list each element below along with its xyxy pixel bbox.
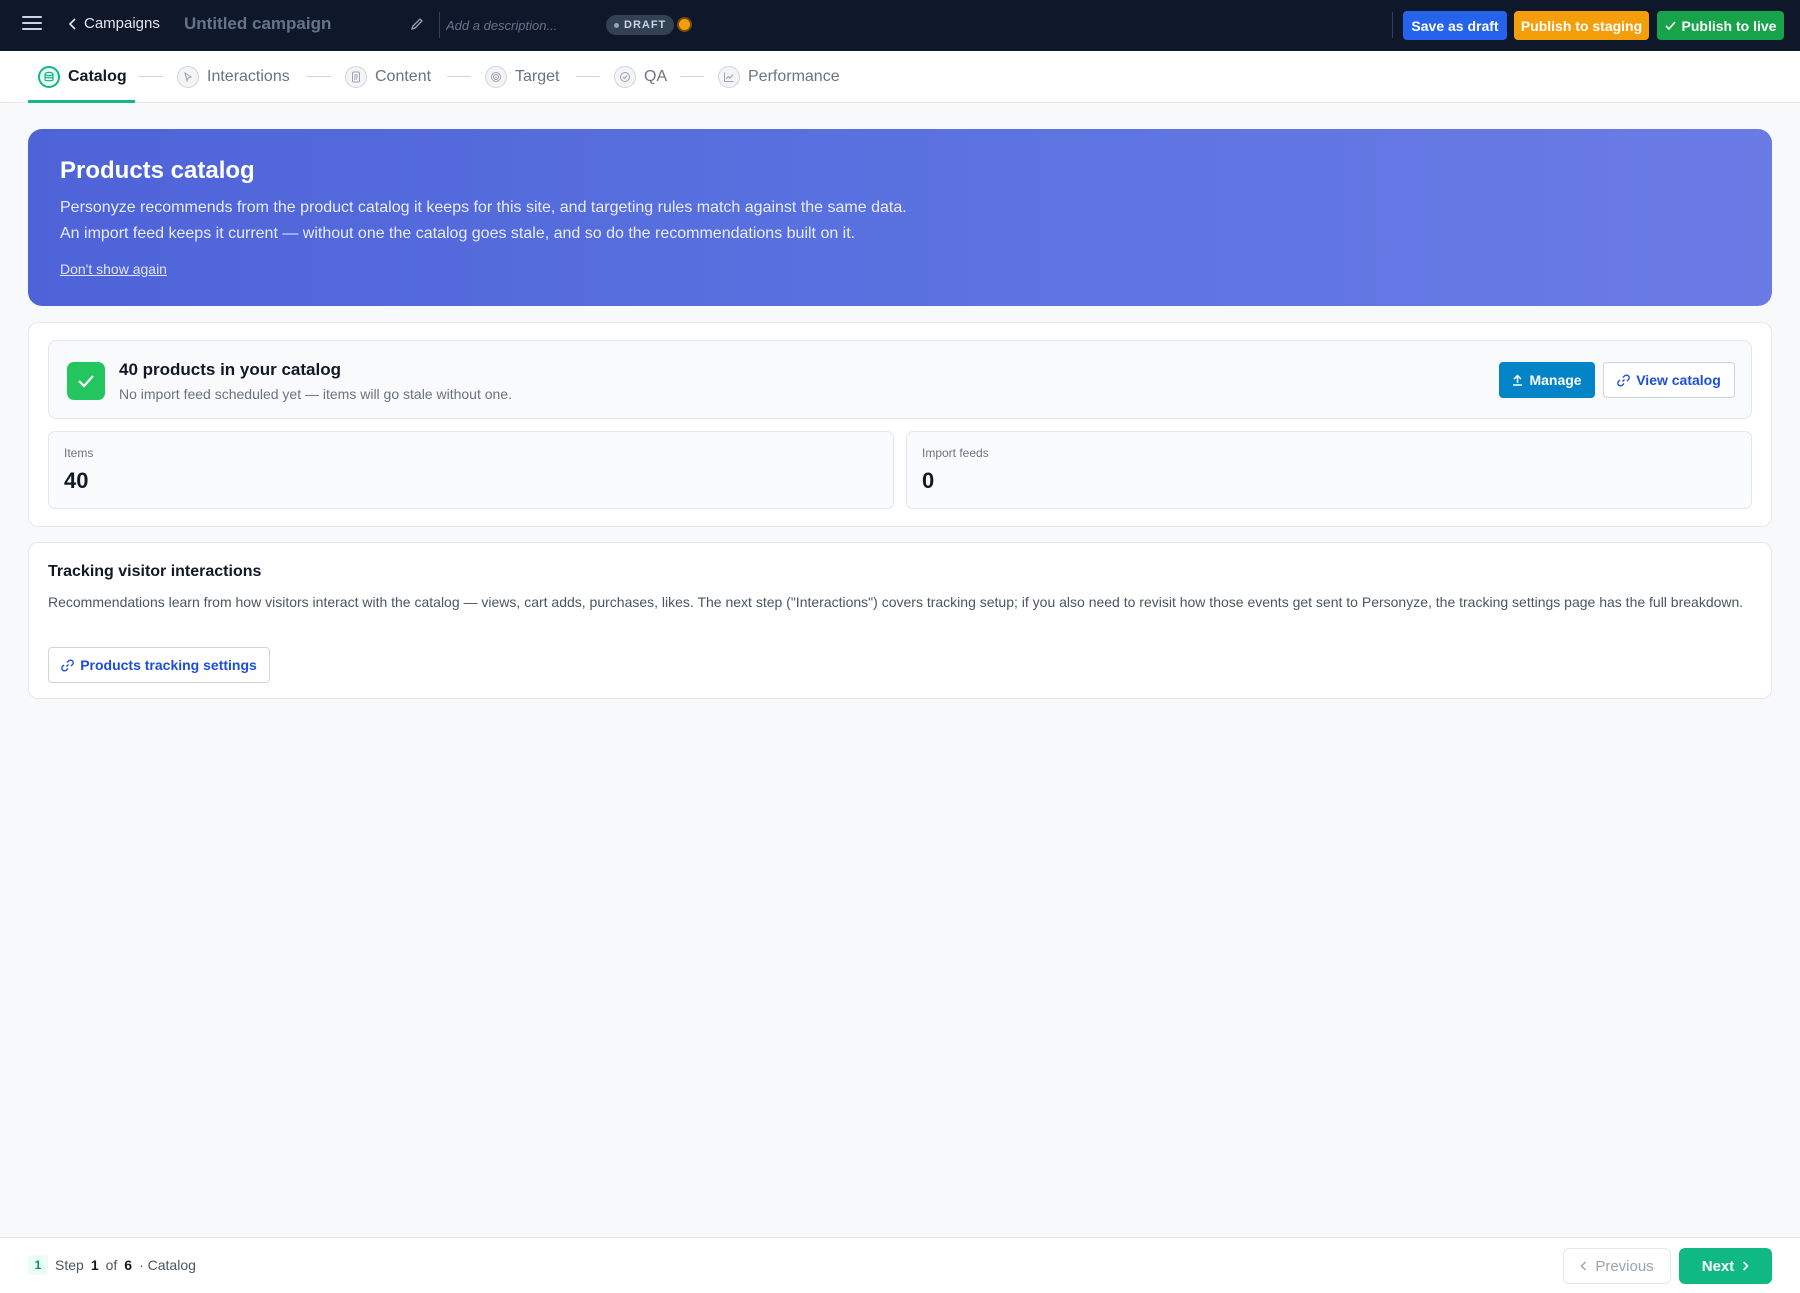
total-steps: 6 xyxy=(124,1257,133,1273)
stat-label: Items xyxy=(64,446,94,460)
step-connector xyxy=(576,76,600,77)
status-badge: DRAFT xyxy=(606,15,675,35)
stat-value: 0 xyxy=(922,468,935,493)
pencil-icon[interactable] xyxy=(410,17,424,31)
document-icon xyxy=(345,66,367,88)
tab-content[interactable]: Content xyxy=(345,51,431,103)
tracking-info-card: Tracking visitor interactions Recommenda… xyxy=(28,542,1772,699)
step-number-badge: 1 xyxy=(28,1255,48,1275)
publish-to-staging-button[interactable]: Publish to staging xyxy=(1514,11,1649,40)
previous-label: Previous xyxy=(1595,1257,1654,1275)
tab-interactions[interactable]: Interactions xyxy=(177,51,290,103)
step-connector xyxy=(139,76,163,77)
catalog-status-box: 40 products in your catalog No import fe… xyxy=(48,340,1752,419)
tab-performance[interactable]: Performance xyxy=(718,51,840,103)
unsaved-indicator xyxy=(679,19,690,30)
publish-live-label: Publish to live xyxy=(1681,17,1777,34)
step-word: Step xyxy=(55,1257,84,1273)
step-connector xyxy=(307,76,331,77)
top-bar: Campaigns Untitled campaign DRAFT Save a… xyxy=(0,0,1800,51)
items-stat: Items 40 xyxy=(48,431,894,509)
wizard-footer: 1 Step 1 of 6 · Catalog Previous Next xyxy=(0,1237,1800,1293)
view-catalog-button[interactable]: View catalog xyxy=(1603,362,1735,398)
next-label: Next xyxy=(1701,1257,1735,1275)
manage-label: Manage xyxy=(1529,372,1582,388)
check-circle-icon xyxy=(614,66,636,88)
next-button[interactable]: Next xyxy=(1679,1248,1772,1284)
banner-text-line-2: An import feed keeps it current — withou… xyxy=(60,225,856,242)
wizard-stepper: Catalog Interactions Content Target QA P… xyxy=(0,51,1800,103)
back-link-label: Campaigns xyxy=(84,15,160,32)
description-input[interactable] xyxy=(446,13,606,37)
catalog-count-title: 40 products in your catalog xyxy=(119,360,341,379)
divider xyxy=(439,12,440,38)
current-step-name: · Catalog xyxy=(139,1257,196,1273)
hamburger-icon[interactable] xyxy=(22,16,42,34)
tab-label: Content xyxy=(375,68,432,85)
divider xyxy=(1392,12,1393,38)
chart-icon xyxy=(718,66,740,88)
database-icon xyxy=(38,66,60,88)
chevron-left-icon xyxy=(68,17,76,30)
manage-button[interactable]: Manage xyxy=(1499,362,1595,398)
catalog-status-subtitle: No import feed scheduled yet — items wil… xyxy=(119,386,512,402)
cursor-icon xyxy=(177,66,199,88)
active-tab-underline xyxy=(28,100,135,103)
chevron-left-icon xyxy=(1580,1261,1587,1271)
tab-label: Performance xyxy=(748,68,840,85)
tab-catalog[interactable]: Catalog xyxy=(38,51,127,103)
stat-label: Import feeds xyxy=(922,446,989,460)
tracking-settings-label: Products tracking settings xyxy=(80,657,257,673)
target-icon xyxy=(485,66,507,88)
of-word: of xyxy=(105,1257,118,1273)
campaign-title[interactable]: Untitled campaign xyxy=(184,14,331,34)
products-tracking-settings-button[interactable]: Products tracking settings xyxy=(48,647,270,683)
catalog-summary-card: 40 products in your catalog No import fe… xyxy=(28,322,1772,527)
tab-target[interactable]: Target xyxy=(485,51,559,103)
link-icon xyxy=(1617,373,1631,387)
catalog-intro-banner: Products catalog Personyze recommends fr… xyxy=(28,129,1772,306)
check-icon xyxy=(67,362,105,400)
import-feeds-stat: Import feeds 0 xyxy=(906,431,1752,509)
tab-label: Interactions xyxy=(207,68,290,85)
step-connector xyxy=(447,76,471,77)
badge-dot xyxy=(614,22,619,28)
upload-icon xyxy=(1513,374,1523,386)
current-step: 1 xyxy=(90,1257,99,1273)
step-connector xyxy=(680,76,704,77)
link-icon xyxy=(61,658,75,672)
dont-show-again-link[interactable]: Don't show again xyxy=(60,261,167,277)
view-catalog-label: View catalog xyxy=(1636,372,1721,388)
publish-to-live-button[interactable]: Publish to live xyxy=(1657,11,1784,40)
save-as-draft-button[interactable]: Save as draft xyxy=(1403,11,1507,40)
tab-label: QA xyxy=(644,68,668,85)
banner-text-line-1: Personyze recommends from the product ca… xyxy=(60,199,907,216)
step-indicator: 1 Step 1 of 6 · Catalog xyxy=(28,1255,196,1275)
banner-title: Products catalog xyxy=(60,157,255,184)
stat-value: 40 xyxy=(64,468,89,493)
back-to-campaigns-link[interactable]: Campaigns xyxy=(68,15,160,32)
previous-button[interactable]: Previous xyxy=(1563,1248,1671,1284)
tracking-title: Tracking visitor interactions xyxy=(48,563,262,580)
status-badge-label: DRAFT xyxy=(624,19,667,31)
tab-label: Target xyxy=(515,68,560,85)
check-icon xyxy=(1664,20,1676,30)
tracking-description: Recommendations learn from how visitors … xyxy=(48,594,1744,610)
chevron-right-icon xyxy=(1743,1261,1749,1271)
tab-qa[interactable]: QA xyxy=(614,51,667,103)
tab-label: Catalog xyxy=(68,68,127,85)
